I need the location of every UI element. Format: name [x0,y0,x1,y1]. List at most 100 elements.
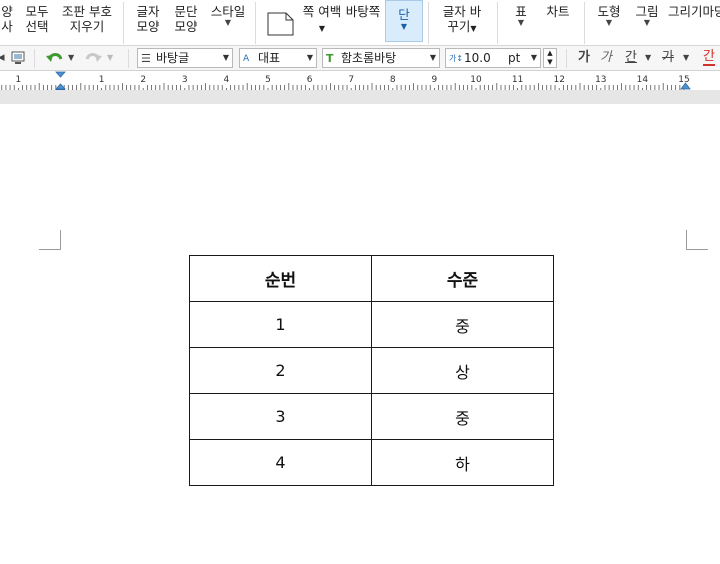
ruler-label: 13 [595,75,606,85]
table-row: 4 하 [189,439,554,486]
chevron-down-icon: ▼ [429,53,436,62]
select-all-label-1: 모두 [25,4,49,19]
ruler-label: 12 [553,75,564,85]
font-select[interactable]: T 함초롬바탕 ▼ [322,48,440,68]
right-indent-marker-icon[interactable] [680,80,691,90]
ribbon-separator [584,2,585,44]
ruler-label: 7 [348,75,354,85]
undo-dropdown-icon[interactable]: ▼ [68,49,74,67]
chevron-down-icon: ▼ [400,22,408,31]
document-table[interactable]: 순번 수준 1 중 2 상 3 중 4 하 [189,255,554,486]
table-cell[interactable]: 3 [189,393,372,440]
style-button[interactable]: 스타일 ▼ [207,4,249,27]
chevron-down-icon[interactable]: ▼ [645,49,651,67]
table-button[interactable]: 표 ▼ [510,4,532,27]
bold-button[interactable]: 가 [578,49,590,67]
language-select[interactable]: A 대표 ▼ [239,48,317,68]
font-color-button[interactable]: 간 [703,49,715,66]
toolbar-separator [128,49,129,68]
underline-button[interactable]: 간 [625,49,637,67]
ribbon-separator [123,2,124,44]
select-all-button[interactable]: 모두 선택 [20,4,54,34]
chart-button[interactable]: 차트 [541,4,575,19]
document-page[interactable]: 순번 수준 1 중 2 상 3 중 4 하 [0,104,720,564]
draw-label: 그리기마당 [668,4,720,19]
char-shape-button[interactable]: 글자 모양 [132,4,164,34]
column-button[interactable]: 단 ▼ [385,0,423,42]
table-cell[interactable]: 4 [189,439,372,486]
table-cell[interactable]: 중 [371,393,554,440]
page-gap [0,90,720,104]
chevron-down-icon: ▼ [605,18,613,27]
language-icon: A [243,54,250,64]
background-page-button[interactable]: 바탕쪽 [343,4,383,19]
preview-icon[interactable] [10,50,26,66]
para-shape-label-2: 모양 [174,19,198,34]
table-row: 3 중 [189,393,554,440]
ribbon-separator [428,2,429,44]
ribbon-separator [255,2,256,44]
table-cell[interactable]: 상 [371,347,554,394]
font-size-value: 10.0 [464,51,491,65]
ruler-label: 8 [390,75,396,85]
ruler-background [0,71,720,90]
para-shape-label-1: 문단 [174,4,198,19]
font-size-select[interactable]: 가↕ 10.0 pt ▼ [445,48,541,68]
font-size-unit: pt [508,51,521,65]
chevron-down-icon: ▼ [306,53,313,62]
style-label: 스타일 [210,4,246,19]
toolbar-separator [566,49,567,68]
undo-icon[interactable] [46,50,64,66]
ruler-label: 9 [432,75,438,85]
copy-label-1: 양 [1,4,13,19]
ruler-label: 11 [512,75,523,85]
table-cell[interactable]: 1 [189,301,372,348]
ruler-label: 10 [470,75,482,85]
shape-button[interactable]: 도형 ▼ [594,4,624,27]
style-select[interactable]: ☰ 바탕글 ▼ [137,48,233,68]
ruler-label: 1 [99,75,105,85]
ruler-scale: 1 1 2 3 4 5 6 7 8 9 10 11 12 13 14 15 [0,71,720,90]
table-cell[interactable]: 2 [189,347,372,394]
select-all-label-2: 선택 [25,19,49,34]
style-icon: ☰ [141,52,151,65]
page-icon[interactable] [266,12,294,36]
ruler-label: 4 [224,75,230,85]
redo-icon[interactable] [84,50,102,66]
chevron-down-icon: ▼ [222,53,229,62]
italic-button[interactable]: 가 [600,49,612,67]
margin-corner-top-right [686,230,708,250]
table-cell[interactable]: 하 [371,439,554,486]
ruler-label: 14 [637,75,649,85]
dropdown-arrow-icon[interactable]: ◂ [0,49,5,67]
copy-button[interactable]: 양 사 [0,4,14,34]
chevron-down-icon[interactable]: ▼ [683,49,689,67]
font-size-spinner[interactable]: ▲ ▼ [543,48,557,68]
table-header-cell[interactable]: 수준 [371,255,554,302]
shape-label: 도형 [597,4,621,19]
page-margin-label-2: 여백▼ [318,4,342,33]
ribbon: 양 사 모두 선택 조판 부호 지우기 글자 모양 문단 모양 스타일 ▼ 쪽 … [0,0,720,46]
toolbar-separator [34,49,35,68]
language-select-value: 대표 [258,51,281,65]
table-header-cell[interactable]: 순번 [189,255,372,302]
char-change-button[interactable]: 글자 바꾸기▼ [440,4,484,36]
strikethrough-button[interactable]: 가 [662,49,674,67]
ruler[interactable]: 1 1 2 3 4 5 6 7 8 9 10 11 12 13 14 15 [0,71,720,90]
page-margin-button[interactable]: 쪽 여백▼ [302,4,342,36]
table-header-row: 순번 수준 [189,255,554,302]
font-icon: T [326,52,334,65]
picture-button[interactable]: 그림 ▼ [632,4,662,27]
background-page-label: 바탕쪽 [345,4,381,19]
redo-dropdown-icon[interactable]: ▼ [107,49,113,67]
chevron-down-icon: ▼ [224,18,232,27]
table-cell[interactable]: 중 [371,301,554,348]
ruler-label: 6 [307,75,313,85]
clear-marks-label-1: 조판 부호 [62,4,112,19]
table-row: 1 중 [189,301,554,348]
clear-marks-label-2: 지우기 [69,19,105,34]
indent-marker-icon[interactable] [55,71,66,90]
para-shape-button[interactable]: 문단 모양 [170,4,202,34]
draw-button[interactable]: 그리기마당 [668,4,720,19]
clear-marks-button[interactable]: 조판 부호 지우기 [58,4,116,34]
